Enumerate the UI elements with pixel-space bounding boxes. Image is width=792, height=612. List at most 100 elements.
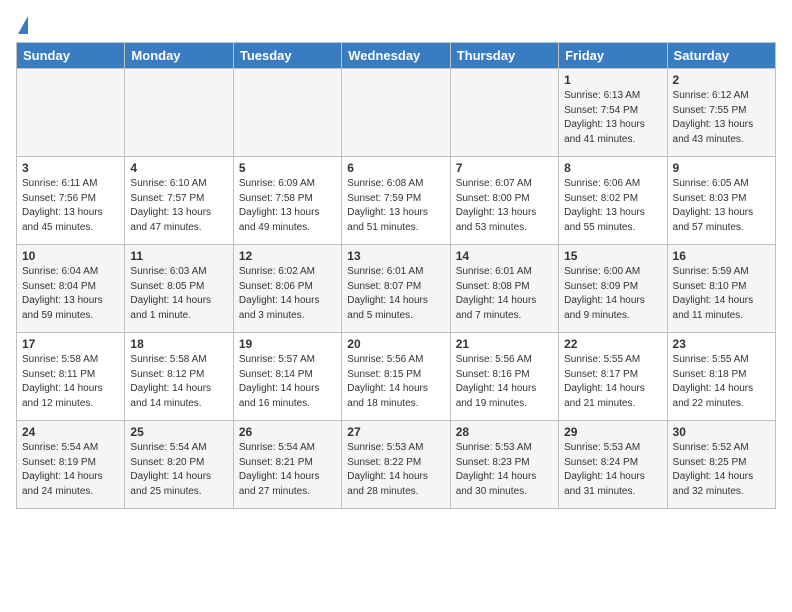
day-number: 27 (347, 425, 444, 439)
calendar-cell: 1 Sunrise: 6:13 AM Sunset: 7:54 PM Daylig… (559, 69, 667, 157)
weekday-header-monday: Monday (125, 43, 233, 69)
calendar-cell: 15Sunrise: 6:00 AM Sunset: 8:09 PM Dayli… (559, 245, 667, 333)
day-info: Sunrise: 5:58 AM Sunset: 8:12 PM Dayligh… (130, 353, 227, 411)
calendar-week-row: 17 Sunrise: 5:58 AM Sunset: 8:11 PM Dayli… (17, 333, 776, 421)
calendar-cell: 17 Sunrise: 5:58 AM Sunset: 8:11 PM Dayli… (17, 333, 125, 421)
day-number: 28 (456, 425, 553, 439)
day-info: Sunrise: 6:01 AM Sunset: 8:08 PM Dayligh… (456, 265, 553, 323)
day-info: Sunrise: 5:56 AM Sunset: 8:16 PM Dayligh… (456, 353, 553, 411)
calendar-cell: 4 Sunrise: 6:10 AM Sunset: 7:57 PM Daylig… (125, 157, 233, 245)
day-number: 10 (22, 249, 119, 263)
calendar-cell (450, 69, 558, 157)
calendar-cell: 16 Sunrise: 5:59 AM Sunset: 8:10 PM Dayli… (667, 245, 775, 333)
day-info: Sunrise: 6:09 AM Sunset: 7:58 PM Dayligh… (239, 177, 336, 235)
calendar-cell: 18Sunrise: 5:58 AM Sunset: 8:12 PM Dayli… (125, 333, 233, 421)
day-number: 26 (239, 425, 336, 439)
calendar-cell: 10 Sunrise: 6:04 AM Sunset: 8:04 PM Dayli… (17, 245, 125, 333)
day-info: Sunrise: 6:10 AM Sunset: 7:57 PM Dayligh… (130, 177, 227, 235)
calendar-cell: 9Sunrise: 6:05 AM Sunset: 8:03 PM Daylig… (667, 157, 775, 245)
day-number: 6 (347, 161, 444, 175)
calendar-week-row: 24Sunrise: 5:54 AM Sunset: 8:19 PM Dayli… (17, 421, 776, 509)
day-info: Sunrise: 5:53 AM Sunset: 8:24 PM Dayligh… (564, 441, 661, 499)
day-info: Sunrise: 6:02 AM Sunset: 8:06 PM Dayligh… (239, 265, 336, 323)
calendar-cell: 7 Sunrise: 6:07 AM Sunset: 8:00 PM Daylig… (450, 157, 558, 245)
day-info: Sunrise: 5:53 AM Sunset: 8:22 PM Dayligh… (347, 441, 444, 499)
day-number: 17 (22, 337, 119, 351)
day-info: Sunrise: 6:13 AM Sunset: 7:54 PM Dayligh… (564, 89, 661, 147)
day-number: 8 (564, 161, 661, 175)
weekday-header-tuesday: Tuesday (233, 43, 341, 69)
calendar-cell: 30 Sunrise: 5:52 AM Sunset: 8:25 PM Dayli… (667, 421, 775, 509)
day-number: 23 (673, 337, 770, 351)
day-info: Sunrise: 5:59 AM Sunset: 8:10 PM Dayligh… (673, 265, 770, 323)
calendar-cell: 21 Sunrise: 5:56 AM Sunset: 8:16 PM Dayli… (450, 333, 558, 421)
calendar-cell: 11Sunrise: 6:03 AM Sunset: 8:05 PM Dayli… (125, 245, 233, 333)
logo (16, 16, 28, 34)
day-number: 22 (564, 337, 661, 351)
calendar-cell: 25 Sunrise: 5:54 AM Sunset: 8:20 PM Dayli… (125, 421, 233, 509)
day-number: 16 (673, 249, 770, 263)
day-number: 20 (347, 337, 444, 351)
day-number: 1 (564, 73, 661, 87)
day-number: 2 (673, 73, 770, 87)
day-number: 7 (456, 161, 553, 175)
calendar-week-row: 3Sunrise: 6:11 AM Sunset: 7:56 PM Daylig… (17, 157, 776, 245)
calendar-cell: 26 Sunrise: 5:54 AM Sunset: 8:21 PM Dayli… (233, 421, 341, 509)
day-number: 3 (22, 161, 119, 175)
calendar-week-row: 10 Sunrise: 6:04 AM Sunset: 8:04 PM Dayli… (17, 245, 776, 333)
day-number: 14 (456, 249, 553, 263)
calendar-cell: 27 Sunrise: 5:53 AM Sunset: 8:22 PM Dayli… (342, 421, 450, 509)
calendar-cell (233, 69, 341, 157)
day-info: Sunrise: 5:54 AM Sunset: 8:19 PM Dayligh… (22, 441, 119, 499)
calendar-header-row: SundayMondayTuesdayWednesdayThursdayFrid… (17, 43, 776, 69)
calendar-cell: 3Sunrise: 6:11 AM Sunset: 7:56 PM Daylig… (17, 157, 125, 245)
calendar-cell: 2 Sunrise: 6:12 AM Sunset: 7:55 PM Daylig… (667, 69, 775, 157)
day-info: Sunrise: 5:54 AM Sunset: 8:20 PM Dayligh… (130, 441, 227, 499)
day-number: 12 (239, 249, 336, 263)
day-info: Sunrise: 6:01 AM Sunset: 8:07 PM Dayligh… (347, 265, 444, 323)
weekday-header-saturday: Saturday (667, 43, 775, 69)
day-info: Sunrise: 6:00 AM Sunset: 8:09 PM Dayligh… (564, 265, 661, 323)
day-number: 21 (456, 337, 553, 351)
calendar-cell: 29 Sunrise: 5:53 AM Sunset: 8:24 PM Dayli… (559, 421, 667, 509)
day-info: Sunrise: 6:03 AM Sunset: 8:05 PM Dayligh… (130, 265, 227, 323)
day-info: Sunrise: 5:56 AM Sunset: 8:15 PM Dayligh… (347, 353, 444, 411)
header (16, 16, 776, 34)
calendar-cell: 12 Sunrise: 6:02 AM Sunset: 8:06 PM Dayli… (233, 245, 341, 333)
day-info: Sunrise: 5:58 AM Sunset: 8:11 PM Dayligh… (22, 353, 119, 411)
day-info: Sunrise: 6:07 AM Sunset: 8:00 PM Dayligh… (456, 177, 553, 235)
logo-triangle-icon (18, 16, 28, 34)
calendar-cell: 23 Sunrise: 5:55 AM Sunset: 8:18 PM Dayli… (667, 333, 775, 421)
calendar-cell (342, 69, 450, 157)
calendar-cell: 19 Sunrise: 5:57 AM Sunset: 8:14 PM Dayli… (233, 333, 341, 421)
day-info: Sunrise: 6:12 AM Sunset: 7:55 PM Dayligh… (673, 89, 770, 147)
calendar-week-row: 1 Sunrise: 6:13 AM Sunset: 7:54 PM Daylig… (17, 69, 776, 157)
day-number: 9 (673, 161, 770, 175)
day-info: Sunrise: 5:53 AM Sunset: 8:23 PM Dayligh… (456, 441, 553, 499)
calendar-cell: 22 Sunrise: 5:55 AM Sunset: 8:17 PM Dayli… (559, 333, 667, 421)
day-info: Sunrise: 5:54 AM Sunset: 8:21 PM Dayligh… (239, 441, 336, 499)
calendar-cell: 13 Sunrise: 6:01 AM Sunset: 8:07 PM Dayli… (342, 245, 450, 333)
day-number: 25 (130, 425, 227, 439)
weekday-header-sunday: Sunday (17, 43, 125, 69)
day-info: Sunrise: 6:06 AM Sunset: 8:02 PM Dayligh… (564, 177, 661, 235)
calendar-cell: 8 Sunrise: 6:06 AM Sunset: 8:02 PM Daylig… (559, 157, 667, 245)
day-number: 13 (347, 249, 444, 263)
calendar-cell: 6 Sunrise: 6:08 AM Sunset: 7:59 PM Daylig… (342, 157, 450, 245)
weekday-header-wednesday: Wednesday (342, 43, 450, 69)
day-info: Sunrise: 6:08 AM Sunset: 7:59 PM Dayligh… (347, 177, 444, 235)
day-number: 19 (239, 337, 336, 351)
calendar-cell: 24Sunrise: 5:54 AM Sunset: 8:19 PM Dayli… (17, 421, 125, 509)
day-number: 4 (130, 161, 227, 175)
day-number: 30 (673, 425, 770, 439)
day-info: Sunrise: 5:57 AM Sunset: 8:14 PM Dayligh… (239, 353, 336, 411)
page-container: SundayMondayTuesdayWednesdayThursdayFrid… (0, 0, 792, 517)
day-info: Sunrise: 5:55 AM Sunset: 8:17 PM Dayligh… (564, 353, 661, 411)
day-number: 29 (564, 425, 661, 439)
day-info: Sunrise: 6:04 AM Sunset: 8:04 PM Dayligh… (22, 265, 119, 323)
calendar-cell: 20 Sunrise: 5:56 AM Sunset: 8:15 PM Dayli… (342, 333, 450, 421)
day-info: Sunrise: 5:55 AM Sunset: 8:18 PM Dayligh… (673, 353, 770, 411)
calendar-cell (125, 69, 233, 157)
calendar-table: SundayMondayTuesdayWednesdayThursdayFrid… (16, 42, 776, 509)
day-info: Sunrise: 5:52 AM Sunset: 8:25 PM Dayligh… (673, 441, 770, 499)
